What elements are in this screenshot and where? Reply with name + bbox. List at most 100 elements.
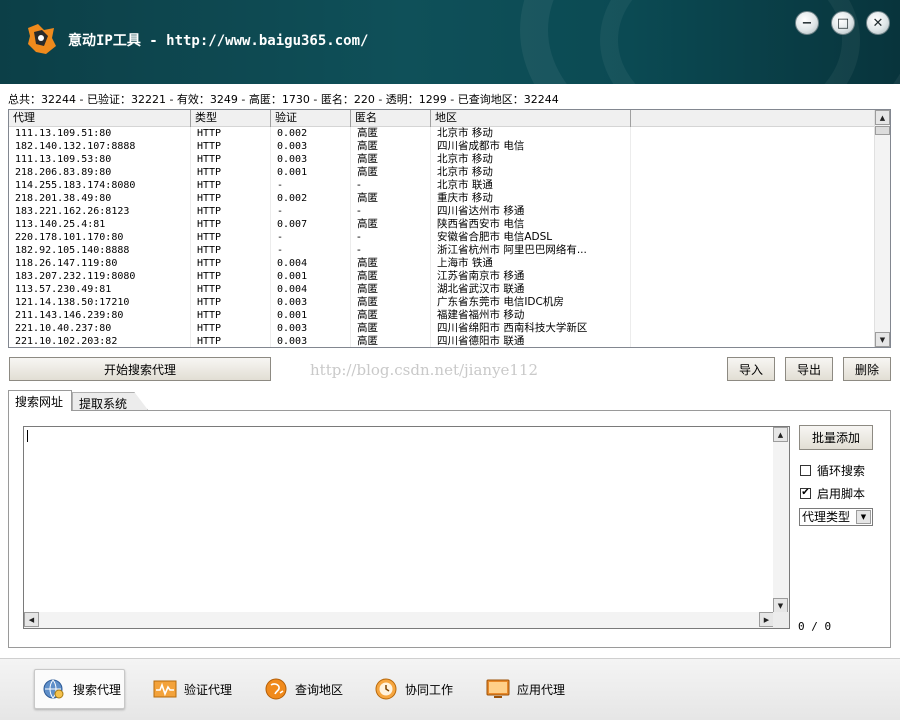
cell-proxy: 121.14.138.50:17210 [9,296,191,309]
maximize-button[interactable]: □ [831,11,855,35]
table-row[interactable]: 221.10.102.203:82 HTTP 0.003 高匿 四川省德阳市 联通 [9,335,875,347]
table-row[interactable]: 221.10.40.237:80 HTTP 0.003 高匿 四川省绵阳市 西南科技大学… [9,322,875,335]
cell-proxy: 111.13.109.53:80 [9,153,191,166]
checkbox-checked-icon[interactable]: ✔ [800,487,811,499]
table-row[interactable]: 113.57.230.49:81 HTTP 0.004 高匿 湖北省武汉市 联通 [9,283,875,296]
scroll-thumb[interactable] [875,126,890,135]
textarea-horizontal-scrollbar[interactable]: ◀ ▶ [24,612,774,628]
proxy-type-select[interactable]: 代理类型 ▼ [799,508,873,526]
export-button[interactable]: 导出 [785,357,833,381]
cell-proxy: 221.10.40.237:80 [9,322,191,335]
cell-empty [631,127,875,140]
toolbar-verify-proxy-button[interactable]: 验证代理 [146,669,236,709]
column-header-region[interactable]: 地区 [431,110,631,127]
proxy-table[interactable]: 代理 类型 验证 匿名 地区 111.13.109.51:80 HTTP 0.002… [8,109,891,348]
cell-proxy: 118.26.147.119:80 [9,257,191,270]
enable-script-checkbox[interactable]: ✔ 启用脚本 [800,486,890,501]
table-row[interactable]: 113.140.25.4:81 HTTP 0.007 高匿 陕西省西安市 电信 [9,218,875,231]
table-row[interactable]: 182.92.105.140:8888 HTTP - - 浙江省杭州市 阿里巴巴网络有.… [9,244,875,257]
cell-region: 安徽省合肥市 电信ADSL [431,231,631,244]
cell-type: HTTP [191,205,271,218]
cell-empty [631,218,875,231]
cell-verify: - [271,179,351,192]
cell-proxy: 183.221.162.26:8123 [9,205,191,218]
batch-add-button[interactable]: 批量添加 [799,425,873,450]
scroll-down-arrow-icon[interactable]: ▼ [773,598,788,613]
cell-type: HTTP [191,231,271,244]
cell-region: 湖北省武汉市 联通 [431,283,631,296]
cell-proxy: 114.255.183.174:8080 [9,179,191,192]
table-row[interactable]: 220.178.101.170:80 HTTP - - 安徽省合肥市 电信ADSL [9,231,875,244]
cell-region: 广东省东莞市 电信IDC机房 [431,296,631,309]
table-row[interactable]: 218.201.38.49:80 HTTP 0.002 高匿 重庆市 移动 [9,192,875,205]
toolbar-apply-proxy-button[interactable]: 应用代理 [479,669,571,709]
cell-proxy: 183.207.232.119:8080 [9,270,191,283]
start-search-button[interactable]: 开始搜索代理 [9,357,271,381]
scroll-up-arrow-icon[interactable]: ▲ [773,427,788,442]
table-row[interactable]: 118.26.147.119:80 HTTP 0.004 高匿 上海市 铁通 [9,257,875,270]
textarea-vertical-scrollbar[interactable]: ▲ ▼ [773,427,789,613]
table-row[interactable]: 121.14.138.50:17210 HTTP 0.003 高匿 广东省东莞市 电信I… [9,296,875,309]
toolbar-collaborate-button[interactable]: 协同工作 [367,669,457,709]
column-header-proxy[interactable]: 代理 [9,110,191,127]
scroll-left-arrow-icon[interactable]: ◀ [24,612,39,627]
cell-verify: 0.001 [271,270,351,283]
table-row[interactable]: 211.143.146.239:80 HTTP 0.001 高匿 福建省福州市 移动 [9,309,875,322]
title-bar: 意动IP工具 - http://www.baigu365.com/ − □ ✕ [0,0,900,84]
column-header-verify[interactable]: 验证 [271,110,351,127]
cell-proxy: 218.206.83.89:80 [9,166,191,179]
cell-proxy: 218.201.38.49:80 [9,192,191,205]
loop-search-label: 循环搜索 [817,463,866,478]
table-row[interactable]: 182.140.132.107:8888 HTTP 0.003 高匿 四川省成都市 电信 [9,140,875,153]
table-row[interactable]: 111.13.109.53:80 HTTP 0.003 高匿 北京市 移动 [9,153,875,166]
toolbar-query-region-button[interactable]: 查询地区 [257,669,347,709]
table-vertical-scrollbar[interactable]: ▲ ▼ [874,110,890,347]
cell-verify: 0.004 [271,283,351,296]
delete-button[interactable]: 删除 [843,357,891,381]
table-header: 代理 类型 验证 匿名 地区 [9,110,875,127]
import-button[interactable]: 导入 [727,357,775,381]
column-header-type[interactable]: 类型 [191,110,271,127]
table-row[interactable]: 183.221.162.26:8123 HTTP - - 四川省达州市 移通 [9,205,875,218]
cell-proxy: 182.92.105.140:8888 [9,244,191,257]
progress-counter: 0 / 0 [798,620,832,633]
app-logo-icon [28,24,56,54]
cell-type: HTTP [191,335,271,347]
cell-verify: 0.003 [271,296,351,309]
table-row[interactable]: 111.13.109.51:80 HTTP 0.002 高匿 北京市 移动 [9,127,875,140]
url-textarea[interactable]: ▲ ▼ ◀ ▶ [23,426,790,629]
minimize-button[interactable]: − [795,11,819,35]
cell-region: 四川省绵阳市 西南科技大学新区 [431,322,631,335]
cell-empty [631,231,875,244]
loop-search-checkbox[interactable]: 循环搜索 [800,463,890,478]
table-row[interactable]: 114.255.183.174:8080 HTTP - - 北京市 联通 [9,179,875,192]
table-row[interactable]: 218.206.83.89:80 HTTP 0.001 高匿 北京市 移动 [9,166,875,179]
column-header-anonymity[interactable]: 匿名 [351,110,431,127]
enable-script-label: 启用脚本 [817,486,866,501]
cell-proxy: 113.57.230.49:81 [9,283,191,296]
clock-gear-icon [375,678,397,700]
close-button[interactable]: ✕ [866,11,890,35]
chevron-down-icon[interactable]: ▼ [856,510,871,524]
minimize-icon: − [801,15,813,31]
cell-anonymity: 高匿 [351,192,431,205]
tab-search-url[interactable]: 搜索网址 [8,390,73,411]
toolbar-search-proxy-button[interactable]: 搜索代理 [34,669,125,709]
text-caret [27,430,28,442]
tab-extract-system[interactable]: 提取系统 [72,392,149,410]
cell-empty [631,283,875,296]
table-row[interactable]: 183.207.232.119:8080 HTTP 0.001 高匿 江苏省南京市 移通 [9,270,875,283]
cell-empty [631,309,875,322]
location-globe-icon [265,678,287,700]
cell-type: HTTP [191,218,271,231]
cell-proxy: 182.140.132.107:8888 [9,140,191,153]
cell-verify: - [271,244,351,257]
scroll-right-arrow-icon[interactable]: ▶ [759,612,774,627]
cell-proxy: 111.13.109.51:80 [9,127,191,140]
cell-verify: 0.004 [271,257,351,270]
scroll-up-arrow-icon[interactable]: ▲ [875,110,890,125]
toolbar-label: 查询地区 [295,682,344,697]
scroll-down-arrow-icon[interactable]: ▼ [875,332,890,347]
toolbar-label: 搜索代理 [73,682,122,697]
checkbox-unchecked-icon[interactable] [800,464,811,476]
